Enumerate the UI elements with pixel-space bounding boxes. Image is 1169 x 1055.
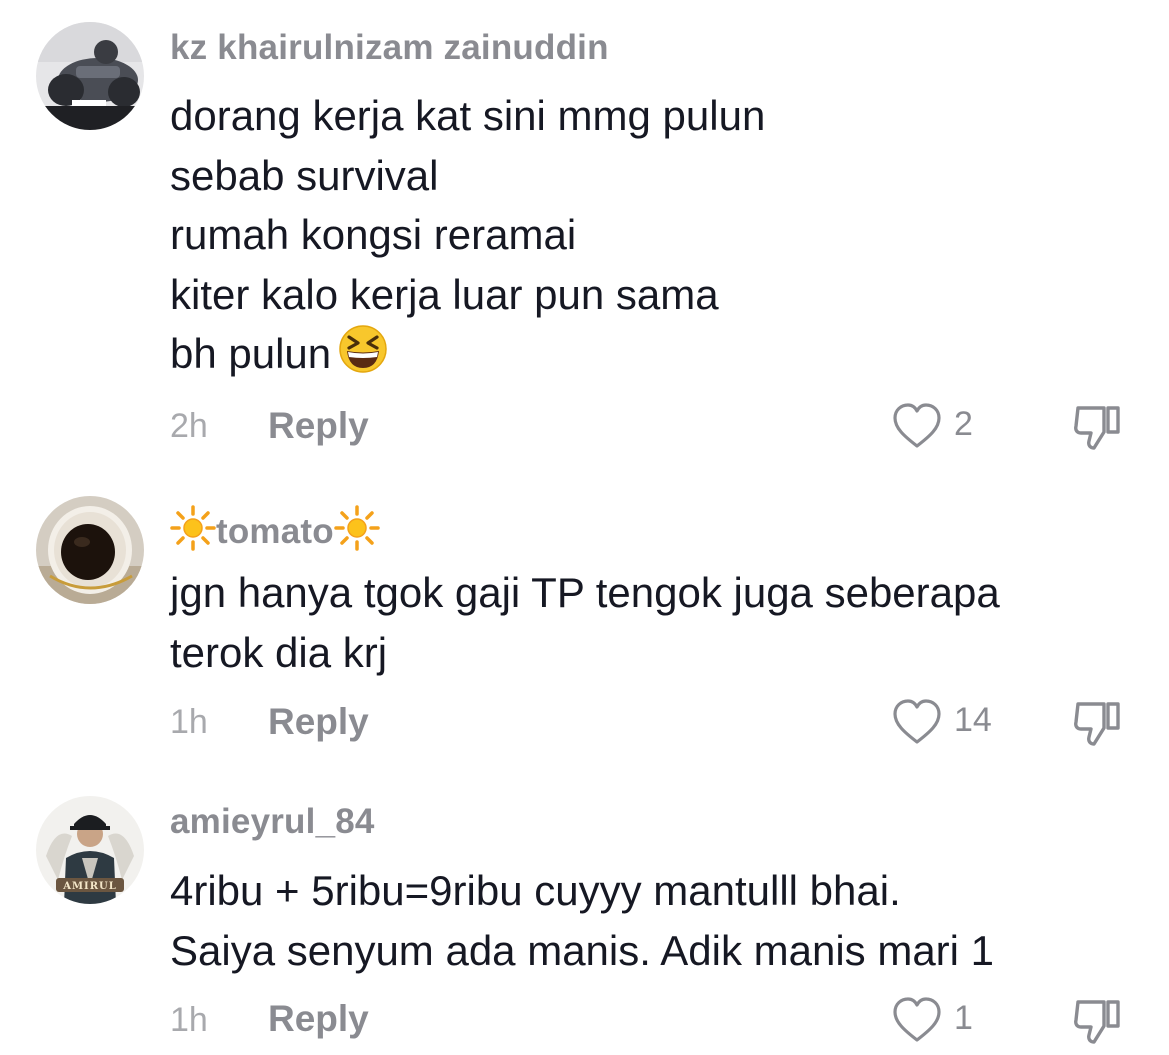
username: tomato bbox=[216, 512, 334, 551]
username[interactable]: amieyrul_84 bbox=[170, 802, 375, 842]
comment-timestamp: 2h bbox=[170, 407, 208, 446]
reply-button[interactable]: Reply bbox=[268, 701, 369, 743]
avatar[interactable]: AMIRUL bbox=[36, 796, 144, 904]
sun-icon bbox=[170, 505, 216, 560]
username[interactable]: kz khairulnizam zainuddin bbox=[170, 28, 609, 68]
avatar[interactable] bbox=[36, 496, 144, 604]
dislike-button[interactable] bbox=[1070, 400, 1126, 456]
comment-line: rumah kongsi reramai bbox=[170, 205, 1150, 265]
comment-timestamp: 1h bbox=[170, 1001, 208, 1040]
like-count: 1 bbox=[954, 999, 973, 1038]
like-button[interactable]: 1 bbox=[890, 995, 1010, 1045]
like-count: 14 bbox=[954, 701, 992, 740]
username-row[interactable]: tomato bbox=[170, 505, 380, 560]
sun-icon bbox=[334, 505, 380, 560]
comment-line: terok dia krj bbox=[170, 623, 1150, 683]
reply-button[interactable]: Reply bbox=[268, 998, 369, 1040]
comment-text: jgn hanya tgok gaji TP tengok juga seber… bbox=[170, 563, 1150, 682]
comment-line-last: bh pulun bbox=[170, 324, 1150, 390]
like-button[interactable]: 2 bbox=[890, 401, 1010, 451]
comment-line: 4ribu + 5ribu=9ribu cuyyy mantulll bhai. bbox=[170, 861, 1150, 921]
comment-text: dorang kerja kat sini mmg pulun sebab su… bbox=[170, 86, 1150, 390]
comment-text: 4ribu + 5ribu=9ribu cuyyy mantulll bhai.… bbox=[170, 861, 1150, 980]
heart-icon bbox=[890, 401, 944, 451]
dislike-button[interactable] bbox=[1070, 696, 1126, 752]
heart-icon bbox=[890, 995, 944, 1045]
reply-button[interactable]: Reply bbox=[268, 405, 369, 447]
comment-line: sebab survival bbox=[170, 146, 1150, 206]
thumbs-down-icon bbox=[1070, 400, 1126, 456]
thumbs-down-icon bbox=[1070, 994, 1126, 1050]
comment-line: jgn hanya tgok gaji TP tengok juga seber… bbox=[170, 563, 1150, 623]
thumbs-down-icon bbox=[1070, 696, 1126, 752]
comment-line: kiter kalo kerja luar pun sama bbox=[170, 265, 1150, 325]
avatar-label: AMIRUL bbox=[62, 881, 117, 892]
like-count: 2 bbox=[954, 405, 973, 444]
avatar[interactable] bbox=[36, 22, 144, 130]
comment-line: bh pulun bbox=[170, 330, 331, 377]
comment-timestamp: 1h bbox=[170, 703, 208, 742]
like-button[interactable]: 14 bbox=[890, 697, 1010, 747]
comment-line: dorang kerja kat sini mmg pulun bbox=[170, 86, 1150, 146]
heart-icon bbox=[890, 697, 944, 747]
comment-line: Saiya senyum ada manis. Adik manis mari … bbox=[170, 921, 1150, 981]
dislike-button[interactable] bbox=[1070, 994, 1126, 1050]
grinning-squinting-face-icon bbox=[337, 324, 389, 390]
